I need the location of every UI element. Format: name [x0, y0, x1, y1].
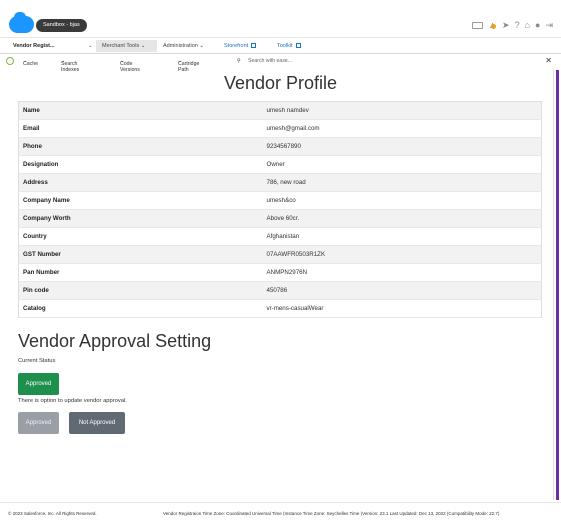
- row-value: umesh@gmail.com: [262, 119, 542, 138]
- code-versions-label: Code Versions: [120, 61, 140, 73]
- salesforce-logo[interactable]: [9, 12, 34, 33]
- tab-administration[interactable]: Administration ⌄: [163, 40, 204, 52]
- row-label: Email: [18, 119, 263, 138]
- merchant-tools-label: Merchant Tools: [102, 43, 140, 49]
- row-value: Owner: [262, 155, 542, 174]
- row-label: Pin code: [18, 281, 263, 300]
- search-icon: ⚲: [237, 58, 241, 64]
- cartridge-path-menu[interactable]: Cartridge Path ⌄: [178, 58, 199, 73]
- divider: [553, 70, 554, 500]
- tab-toolkit[interactable]: Toolkit: [277, 40, 301, 52]
- table-row: Company Name umesh&co: [18, 191, 542, 210]
- not-approved-button[interactable]: Not Approved: [69, 412, 125, 434]
- table-row: Name umesh namdev: [18, 101, 542, 120]
- table-row: Country Afghanistan: [18, 227, 542, 246]
- user-icon[interactable]: ●: [535, 20, 540, 30]
- table-row: Phone 9234567890: [18, 137, 542, 156]
- row-value: umesh namdev: [262, 101, 542, 120]
- row-label: Address: [18, 173, 263, 192]
- home-icon[interactable]: ⌂: [525, 20, 530, 30]
- tab-vendor-registration[interactable]: Vendor Regist...: [13, 40, 55, 52]
- chevron-down-icon: ⌄: [140, 43, 146, 49]
- external-link-icon: [295, 43, 301, 49]
- page-title: Vendor Profile: [223, 73, 338, 93]
- notification-bell-icon[interactable]: ▲: [488, 20, 497, 30]
- vendor-profile-table: Name umesh namdev Email umesh@gmail.com Phon…: [18, 101, 542, 318]
- megaphone-icon[interactable]: ➤: [502, 20, 510, 30]
- table-row: Pin code 450786: [18, 281, 542, 300]
- row-value: ANMPN2976N: [262, 263, 542, 282]
- table-row: Designation Owner: [18, 155, 542, 174]
- footer: © 2023 Salesforce, Inc. All Rights Reser…: [0, 502, 561, 523]
- tab-merchant-tools[interactable]: Merchant Tools ⌄: [96, 40, 157, 52]
- search-indexes-label: Search Indexes: [61, 61, 80, 73]
- row-label: Company Worth: [18, 209, 263, 228]
- app-frame: Sandbox - bjas ▲ ➤ ? ⌂ ● ⇥ Vendor Regist…: [0, 0, 561, 523]
- scrollbar[interactable]: [556, 70, 559, 500]
- row-value: vr-mens-casualWear: [262, 299, 542, 318]
- row-value: 786, new road: [262, 173, 542, 192]
- current-status-label: Current Status: [18, 358, 56, 364]
- search-input[interactable]: Search with ease...: [248, 58, 292, 64]
- row-label: Designation: [18, 155, 263, 174]
- row-label: Catalog: [18, 299, 263, 318]
- header-icons: ▲ ➤ ? ⌂ ● ⇥: [472, 20, 553, 30]
- external-link-icon: [251, 43, 257, 49]
- copyright-text: © 2023 Salesforce, Inc. All Rights Reser…: [8, 511, 97, 516]
- row-value: umesh&co: [262, 191, 542, 210]
- cache-label: Cache: [23, 61, 38, 67]
- search-indexes-menu[interactable]: Search Indexes ⌄: [61, 58, 79, 73]
- current-status-badge: Approved: [18, 373, 59, 395]
- main-nav: Vendor Regist... ⌄ Merchant Tools ⌄ Admi…: [0, 38, 561, 54]
- sandbox-badge[interactable]: Sandbox - bjas: [36, 19, 87, 32]
- approved-button[interactable]: Approved: [18, 412, 59, 434]
- administration-label: Administration: [163, 43, 198, 49]
- row-label: Pan Number: [18, 263, 263, 282]
- close-icon[interactable]: ✕: [545, 56, 552, 65]
- row-label: Name: [18, 101, 263, 120]
- cartridge-path-label: Cartridge Path: [178, 61, 200, 73]
- tab-storefront[interactable]: Storefront: [224, 40, 257, 52]
- row-value: 9234567890: [262, 137, 542, 156]
- logout-icon[interactable]: ⇥: [545, 20, 553, 30]
- approval-title: Vendor Approval Setting: [18, 331, 212, 351]
- code-versions-menu[interactable]: Code Versions ⌄: [120, 58, 140, 73]
- chevron-down-icon: ⌄: [199, 43, 204, 49]
- storefront-label: Storefront: [224, 43, 249, 49]
- row-label: Phone: [18, 137, 263, 156]
- top-header: Sandbox - bjas ▲ ➤ ? ⌂ ● ⇥: [0, 0, 561, 38]
- row-label: GST Number: [18, 245, 263, 264]
- table-row: Pan Number ANMPN2976N: [18, 263, 542, 282]
- option-text: There is option to update vendor approva…: [18, 398, 127, 404]
- keyboard-icon[interactable]: [472, 21, 484, 29]
- row-value: 450786: [262, 281, 542, 300]
- table-row: Catalog vr-mens-casualWear: [18, 299, 542, 318]
- notification-dot: [491, 24, 497, 29]
- row-label: Company Name: [18, 191, 263, 210]
- toolkit-label: Toolkit: [277, 43, 293, 49]
- row-label: Country: [18, 227, 263, 246]
- row-value: 07AAWFR0503R1ZK: [262, 245, 542, 264]
- toolbar: Cache ⌄ Search Indexes ⌄ Code Versions ⌄…: [0, 55, 561, 73]
- table-row: Email umesh@gmail.com: [18, 119, 542, 138]
- chevron-down-icon[interactable]: ⌄: [88, 40, 93, 52]
- table-row: Address 786, new road: [18, 173, 542, 192]
- footer-info: Vendor Registraion Time Zone: Coordinate…: [163, 511, 500, 516]
- help-icon[interactable]: ?: [515, 20, 520, 30]
- row-value: Above 60cr.: [262, 209, 542, 228]
- table-row: Company Worth Above 60cr.: [18, 209, 542, 228]
- row-value: Afghanistan: [262, 227, 542, 246]
- cache-menu[interactable]: Cache ⌄: [23, 58, 38, 67]
- table-row: GST Number 07AAWFR0503R1ZK: [18, 245, 542, 264]
- gear-icon[interactable]: [6, 57, 14, 65]
